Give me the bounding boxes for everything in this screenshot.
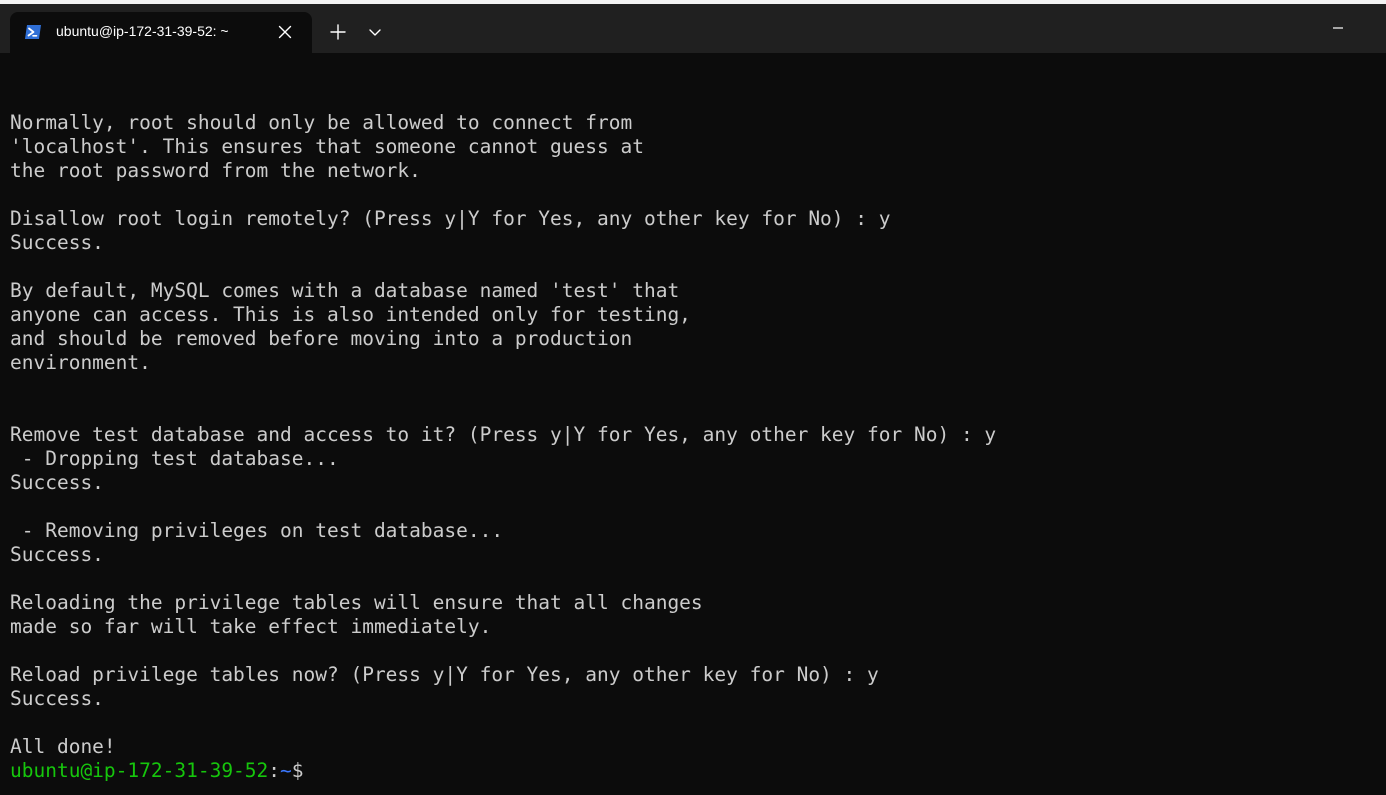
terminal-line: the root password from the network. (10, 159, 421, 182)
prompt-separator: : (268, 759, 281, 782)
terminal-output[interactable]: Normally, root should only be allowed to… (0, 53, 1386, 795)
terminal-line: 'localhost'. This ensures that someone c… (10, 135, 644, 158)
terminal-line: Success. (10, 471, 104, 494)
close-icon[interactable] (274, 21, 296, 43)
terminal-line: Normally, root should only be allowed to… (10, 111, 633, 134)
terminal-line: Remove test database and access to it? (… (10, 423, 997, 446)
terminal-line: made so far will take effect immediately… (10, 615, 492, 638)
terminal-line: anyone can access. This is also intended… (10, 303, 691, 326)
powershell-icon (24, 24, 42, 40)
terminal-line: Success. (10, 687, 104, 710)
terminal-line: environment. (10, 351, 151, 374)
terminal-line: Reload privilege tables now? (Press y|Y … (10, 663, 879, 686)
terminal-line: Reloading the privilege tables will ensu… (10, 591, 703, 614)
terminal-line: Success. (10, 543, 104, 566)
terminal-line: By default, MySQL comes with a database … (10, 279, 680, 302)
prompt-path: ~ (280, 759, 292, 782)
terminal-line: All done! (10, 735, 116, 758)
tab-ubuntu-session[interactable]: ubuntu@ip-172-31-39-52: ~ (10, 12, 312, 53)
terminal-line: - Dropping test database... (10, 447, 339, 470)
terminal-line: Disallow root login remotely? (Press y|Y… (10, 207, 891, 230)
prompt-user-host: ubuntu@ip-172-31-39-52 (10, 759, 269, 782)
shell-prompt[interactable]: ubuntu@ip-172-31-39-52:~$ (10, 759, 1386, 783)
terminal-line: Success. (10, 231, 104, 254)
tab-title: ubuntu@ip-172-31-39-52: ~ (56, 23, 229, 39)
title-bar: ubuntu@ip-172-31-39-52: ~ (0, 4, 1386, 53)
plus-icon[interactable] (324, 18, 352, 46)
minimize-icon[interactable] (1318, 14, 1358, 42)
chevron-down-icon[interactable] (362, 18, 388, 46)
terminal-line: and should be removed before moving into… (10, 327, 633, 350)
terminal-lines: Normally, root should only be allowed to… (10, 111, 1386, 759)
terminal-window: ubuntu@ip-172-31-39-52: ~ Normally, root (0, 0, 1386, 795)
prompt-symbol: $ (291, 759, 304, 782)
terminal-line: - Removing privileges on test database..… (10, 519, 504, 542)
